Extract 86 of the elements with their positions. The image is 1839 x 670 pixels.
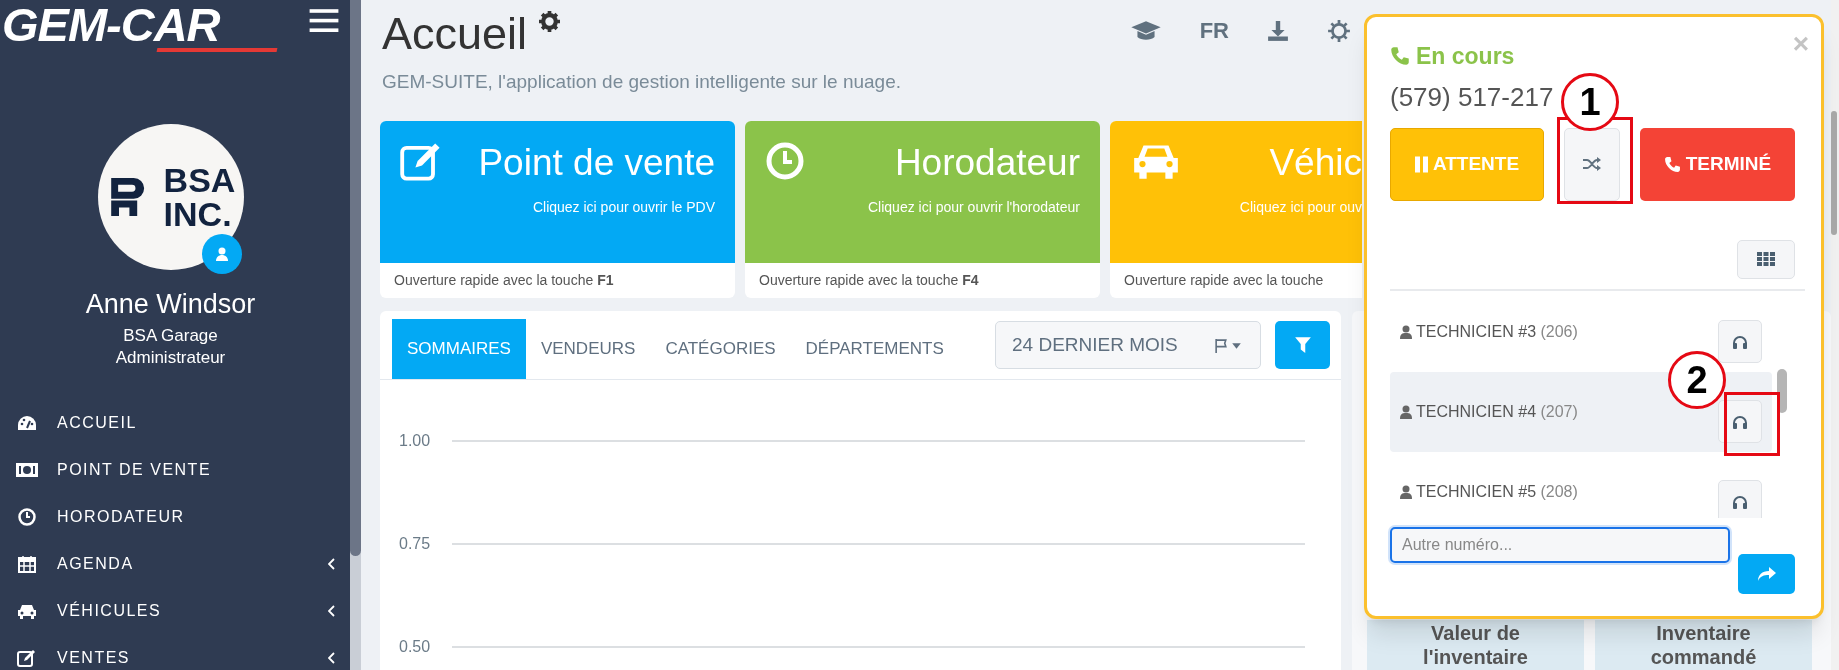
headset-icon — [1732, 414, 1748, 429]
tile-subtitle: Cliquez ici pour ouvrir l'horodateur — [868, 198, 1080, 217]
axis-label: 0.50 — [399, 637, 432, 657]
user-icon — [213, 246, 230, 262]
tile-footer: Ouverture rapide avec la touche F4 — [745, 263, 1100, 298]
tile-subtitle: Cliquez ici pour ouvrir le PDV — [532, 198, 715, 217]
stat-card[interactable]: Inventaire commandé — [1595, 620, 1812, 670]
phone-number: (579) 517-217 — [1390, 80, 1554, 114]
flag-caret-icon — [1214, 337, 1244, 353]
tab[interactable]: CATÉGORIES — [650, 319, 791, 379]
user-icon — [1400, 324, 1412, 339]
sidebar-item[interactable]: ACCUEIL — [0, 399, 350, 446]
tile-footer: Ouverture rapide avec la touche F1 — [380, 263, 735, 298]
transfer-button[interactable] — [1564, 127, 1620, 201]
brightness-icon[interactable] — [1327, 18, 1351, 43]
sidebar-item[interactable]: HORODATEUR — [0, 493, 350, 540]
tab[interactable]: DÉPARTEMENTS — [790, 319, 959, 379]
filter-icon — [1293, 336, 1312, 354]
nav-icon — [16, 602, 38, 619]
sidebar-item[interactable]: VENTES — [0, 634, 350, 670]
filter-button[interactable] — [1275, 321, 1330, 369]
pause-icon — [1414, 155, 1429, 173]
nav-icon — [17, 648, 37, 667]
nav-icon — [18, 554, 36, 573]
agent-name: TECHNICIEN #4 (207) — [1416, 401, 1579, 422]
user-name: Anne Windsor — [85, 288, 256, 320]
nav-icon — [17, 414, 37, 431]
user-role: Administrateur — [115, 347, 226, 369]
tile-icon — [765, 141, 805, 181]
agent-row[interactable]: TECHNICIEN #5 (208) — [1390, 451, 1772, 518]
sidebar-item[interactable]: POINT DE VENTE — [0, 446, 350, 493]
tile-title: Point de vente — [478, 141, 715, 185]
page-subtitle: GEM-SUITE, l'application de gestion intelligente sur le nuage. — [382, 70, 903, 94]
logo-text: INC. — [163, 197, 233, 231]
download-icon[interactable] — [1267, 19, 1289, 42]
settings-icon[interactable] — [539, 11, 561, 32]
tab[interactable]: VENDEURS — [525, 319, 651, 379]
language-button[interactable]: FR — [1199, 14, 1229, 47]
menu-icon[interactable] — [309, 8, 339, 32]
app-logo[interactable]: GEM-CAR — [2, 0, 277, 52]
keypad-button[interactable] — [1737, 239, 1795, 279]
page-title: Accueil — [382, 8, 528, 60]
phone-icon — [1390, 46, 1410, 67]
shortcut-tile[interactable]: Véhic Cliquez ici pour ouv Ouverture rapide avec la touche — [1110, 121, 1362, 298]
listen-button[interactable] — [1718, 320, 1762, 363]
shortcut-tile[interactable]: Horodateur Cliquez ici pour ouvrir l'horodateur Ouverture rapide avec la touche F4 — [745, 121, 1100, 298]
tile-footer: Ouverture rapide avec la touche — [1110, 263, 1362, 298]
forward-icon — [1756, 565, 1777, 582]
scrollbar-thumb[interactable] — [350, 0, 361, 556]
chevron-icon[interactable] — [328, 604, 336, 617]
grid-icon — [1757, 252, 1775, 266]
nav-icon — [16, 462, 38, 477]
user-icon — [1400, 404, 1412, 419]
sidebar-item[interactable]: VÉHICULES — [0, 587, 350, 634]
number-field[interactable]: Autre numéro... — [1390, 526, 1730, 563]
headset-icon — [1732, 334, 1748, 349]
tile-title: Horodateur — [894, 141, 1080, 185]
profile-badge[interactable] — [201, 234, 242, 274]
forward-button[interactable] — [1738, 553, 1795, 594]
sidebar-item[interactable]: AGENDA — [0, 540, 350, 587]
company-name: BSA Garage — [123, 325, 218, 347]
chevron-icon[interactable] — [328, 651, 336, 664]
tile-subtitle: Cliquez ici pour ouv — [1239, 198, 1362, 217]
graduation-cap-icon[interactable] — [1129, 19, 1162, 42]
axis-label: 0.75 — [399, 534, 432, 554]
shuffle-icon — [1582, 156, 1602, 172]
highlight-frame — [1724, 392, 1780, 456]
chevron-icon[interactable] — [328, 557, 336, 570]
listen-button[interactable] — [1718, 480, 1762, 518]
phone-icon — [1663, 155, 1681, 173]
user-icon — [1400, 484, 1412, 499]
period-dropdown[interactable]: 24 DERNIER MOIS — [995, 321, 1261, 369]
agent-name: TECHNICIEN #3 (206) — [1416, 321, 1579, 342]
scrollbar-thumb[interactable] — [1831, 111, 1837, 235]
axis-label: 1.00 — [399, 431, 432, 451]
scrollbar-thumb[interactable] — [1777, 368, 1787, 413]
agent-name: TECHNICIEN #5 (208) — [1416, 481, 1579, 502]
listen-button[interactable] — [1718, 400, 1762, 443]
tile-title: Véhic — [1269, 141, 1362, 185]
nav-icon — [18, 507, 36, 526]
stat-card[interactable]: Valeur de l'inventaire — [1367, 620, 1584, 670]
logo-text: BSA — [163, 163, 236, 197]
headset-icon — [1732, 494, 1748, 509]
call-status: En cours — [1416, 42, 1515, 71]
shortcut-tile[interactable]: Point de vente Cliquez ici pour ouvrir le PDV Ouverture rapide avec la touche F1 — [380, 121, 735, 298]
end-call-button[interactable]: TERMINÉ — [1640, 127, 1795, 201]
